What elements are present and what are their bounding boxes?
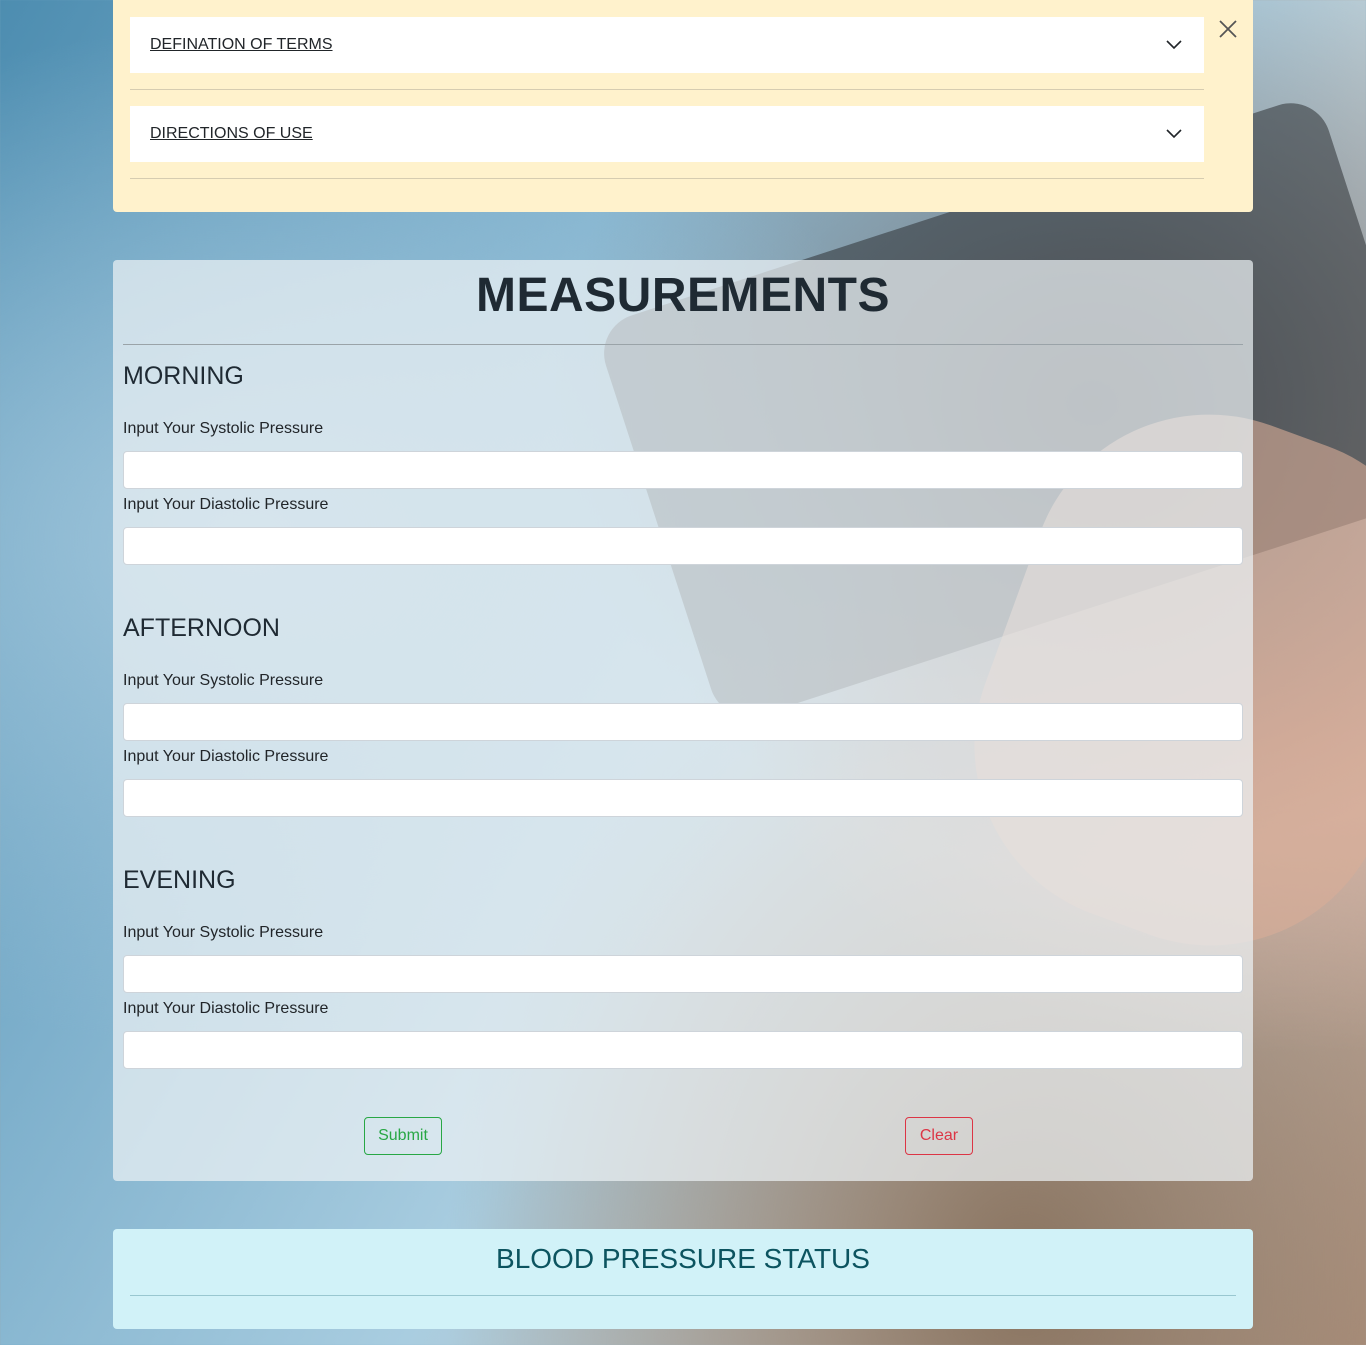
morning-diastolic-input[interactable] [123,527,1243,565]
diastolic-label: Input Your Diastolic Pressure [123,748,329,765]
section-title-afternoon: AFTERNOON [123,614,280,642]
measurements-form-panel: MEASUREMENTS MORNING Input Your Systolic… [113,260,1253,1181]
page-title: MEASUREMENTS [475,269,891,322]
diastolic-label: Input Your Diastolic Pressure [123,1000,329,1017]
evening-systolic-input[interactable] [123,955,1243,993]
afternoon-diastolic-input[interactable] [123,779,1243,817]
clear-button[interactable]: Clear [905,1117,973,1155]
systolic-label: Input Your Systolic Pressure [123,672,324,689]
close-icon[interactable] [1217,18,1239,40]
divider [130,89,1204,90]
chevron-down-icon[interactable] [1164,35,1184,55]
divider [130,1295,1236,1296]
accordion-label[interactable]: DIRECTIONS OF USE [150,125,313,143]
blood-pressure-status-panel: BLOOD PRESSURE STATUS [113,1229,1253,1329]
accordion-label[interactable]: DEFINATION OF TERMS [150,36,333,54]
divider [123,344,1243,345]
submit-button[interactable]: Submit [364,1117,442,1155]
section-title-evening: EVENING [123,866,236,894]
morning-systolic-input[interactable] [123,451,1243,489]
evening-diastolic-input[interactable] [123,1031,1243,1069]
diastolic-label: Input Your Diastolic Pressure [123,496,329,513]
systolic-label: Input Your Systolic Pressure [123,924,324,941]
afternoon-systolic-input[interactable] [123,703,1243,741]
section-title-morning: MORNING [123,362,244,390]
chevron-down-icon[interactable] [1164,124,1184,144]
systolic-label: Input Your Systolic Pressure [123,420,324,437]
accordion-item-definition-of-terms[interactable]: DEFINATION OF TERMS [130,17,1204,73]
accordion-item-directions-of-use[interactable]: DIRECTIONS OF USE [130,106,1204,162]
divider [130,178,1204,179]
info-accordion-panel: DEFINATION OF TERMS DIRECTIONS OF USE [113,0,1253,212]
status-title: BLOOD PRESSURE STATUS [496,1243,870,1274]
